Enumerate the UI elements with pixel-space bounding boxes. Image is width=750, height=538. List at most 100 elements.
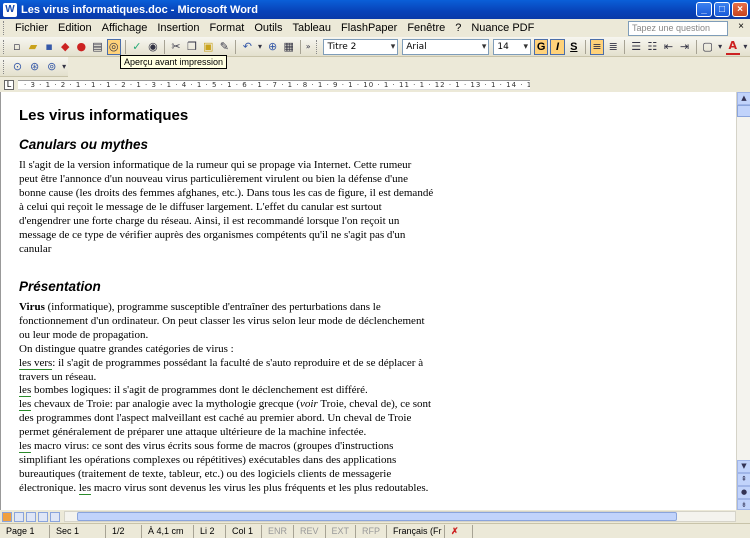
help-question-input[interactable]: Tapez une question	[628, 21, 728, 36]
normal-view-icon[interactable]	[2, 511, 12, 522]
format-painter-icon[interactable]: ✎	[217, 39, 231, 55]
help-icon[interactable]: ⊙	[10, 59, 25, 75]
menu-affichage[interactable]: Affichage	[97, 22, 153, 34]
copy-icon[interactable]: ❐	[185, 39, 199, 55]
bullets-icon[interactable]: ☷	[645, 39, 659, 55]
minimize-button[interactable]: _	[696, 2, 712, 17]
web-back-icon[interactable]: ⊛	[27, 59, 42, 75]
decrease-indent-icon[interactable]: ⇤	[661, 39, 675, 55]
maximize-button[interactable]: □	[714, 2, 730, 17]
cut-icon[interactable]: ✂	[169, 39, 183, 55]
previous-page-icon[interactable]: ⇞	[737, 473, 750, 486]
close-document-icon[interactable]: ×	[738, 21, 744, 32]
research-icon[interactable]: ◉	[146, 39, 160, 55]
horizontal-ruler[interactable]: L · 3 · 1 · 2 · 1 · 1 · 1 · 2 · 1 · 3 · …	[0, 78, 750, 92]
menu-edition[interactable]: Edition	[53, 22, 97, 34]
status-track-changes[interactable]: REV	[294, 524, 326, 538]
font-combo[interactable]: Arial	[402, 38, 490, 55]
grammar-underline[interactable]: les	[19, 440, 32, 454]
bold-button[interactable]: G	[534, 38, 549, 55]
grammar-underline[interactable]: les	[19, 384, 32, 398]
save-icon[interactable]: ▪	[42, 39, 56, 55]
menu-format[interactable]: Format	[205, 22, 250, 34]
menu-nuance-pdf[interactable]: Nuance PDF	[466, 22, 539, 34]
open-folder-icon[interactable]: ▰	[26, 39, 40, 55]
text-line: les bombes logiques: il s'agit de progra…	[19, 384, 368, 398]
undo-dropdown-icon[interactable]: ▾	[256, 39, 263, 55]
hyperlink-icon[interactable]: ⊕	[265, 39, 279, 55]
menu-insertion[interactable]: Insertion	[152, 22, 204, 34]
web-forward-icon[interactable]: ⊚	[44, 59, 59, 75]
font-color-icon[interactable]: A	[725, 39, 740, 55]
toolbar-grip-handle[interactable]	[315, 39, 319, 54]
grammar-underline[interactable]: les	[19, 398, 32, 412]
toolbar-grip-handle[interactable]	[3, 59, 6, 74]
new-document-icon[interactable]: ▫	[10, 39, 24, 55]
menu-flashpaper[interactable]: FlashPaper	[336, 22, 402, 34]
toolbar-grip-handle[interactable]	[3, 39, 6, 54]
toolbar-options-icon[interactable]: »	[305, 39, 312, 55]
standard-toolbar: ▫ ▰ ▪ ◆ ● ▤ ◎ ✓ ◉ ✂ ❐ ▣ ✎ ↶ ▾ ⊕ ▦ » Titr…	[0, 37, 750, 57]
grammar-underline[interactable]: les	[78, 481, 92, 495]
document-area[interactable]: Les virus informatiques Canulars ou myth…	[0, 92, 736, 510]
underline-button[interactable]: S	[567, 39, 581, 55]
font-color-dropdown-icon[interactable]: ▾	[742, 39, 749, 55]
outline-view-icon[interactable]	[38, 511, 48, 522]
horizontal-scroll-thumb[interactable]	[77, 512, 677, 521]
table-icon[interactable]: ▦	[282, 39, 296, 55]
print-preview-icon[interactable]: ◎	[106, 38, 121, 55]
menu-outils[interactable]: Outils	[249, 22, 287, 34]
menu-fichier[interactable]: Fichier	[10, 22, 53, 34]
align-left-icon[interactable]: ≡	[589, 38, 605, 55]
scroll-down-arrow-icon[interactable]: ▼	[737, 460, 750, 473]
grammar-underline[interactable]: les vers	[19, 356, 53, 370]
web-toolbar-options-icon[interactable]: ▾	[61, 59, 67, 75]
print-layout-view-icon[interactable]	[26, 511, 36, 522]
italic-button[interactable]: I	[550, 38, 565, 55]
menu-tableau[interactable]: Tableau	[288, 22, 337, 34]
text-line: à celui qui reçoit le message de le diff…	[19, 201, 382, 213]
menu-grip-handle[interactable]	[3, 21, 6, 35]
horizontal-scrollbar[interactable]	[64, 511, 736, 522]
undo-icon[interactable]: ↶	[240, 39, 254, 55]
justify-icon[interactable]: ≣	[606, 39, 620, 55]
borders-dropdown-icon[interactable]: ▾	[717, 39, 724, 55]
menu-help[interactable]: ?	[450, 22, 466, 34]
spelling-status-icon[interactable]: ✗	[445, 524, 474, 538]
text-line: des programmes dont l'aspect malveillant…	[19, 412, 412, 425]
text-line: fonctionnement d'un ordinateur. On peut …	[19, 314, 425, 327]
close-button[interactable]: ×	[732, 2, 748, 17]
browse-object-icon[interactable]: ●	[737, 486, 750, 499]
text-line: les vers: il s'agit de programmes posséd…	[19, 356, 424, 370]
pdf-icon[interactable]: ◆	[58, 39, 72, 55]
menu-fenetre[interactable]: Fenêtre	[402, 22, 450, 34]
status-overtype[interactable]: RFP	[356, 524, 388, 538]
web-toolbar: ⊙ ⊛ ⊚ ▾	[0, 57, 68, 77]
increase-indent-icon[interactable]: ⇥	[678, 39, 692, 55]
status-record-macro[interactable]: ENR	[262, 524, 295, 538]
status-language[interactable]: Français (Fr	[387, 524, 446, 538]
style-combo[interactable]: Titre 2	[323, 38, 399, 55]
status-extend[interactable]: EXT	[326, 524, 357, 538]
heading-canulars: Canulars ou mythes	[19, 137, 149, 152]
toolbar-separator	[695, 39, 697, 54]
reading-view-icon[interactable]	[50, 511, 60, 522]
web-layout-view-icon[interactable]	[14, 511, 24, 522]
font-size-combo[interactable]: 14	[493, 38, 532, 55]
next-page-icon[interactable]: ⇟	[737, 499, 750, 510]
paste-icon[interactable]: ▣	[201, 39, 215, 55]
text-line: Il s'agit de la version informatique de …	[19, 159, 412, 171]
word-app-icon[interactable]: W	[3, 2, 17, 17]
print-icon[interactable]: ▤	[90, 39, 104, 55]
spelling-icon[interactable]: ✓	[130, 39, 144, 55]
vertical-scroll-thumb[interactable]	[737, 105, 750, 117]
numbering-icon[interactable]: ☰	[629, 39, 643, 55]
tab-selector-icon[interactable]: L	[4, 80, 14, 90]
vertical-scrollbar[interactable]: ▲ ▼ ⇞ ● ⇟	[736, 92, 750, 510]
menu-bar: Fichier Edition Affichage Insertion Form…	[0, 19, 750, 37]
borders-icon[interactable]: ▢	[701, 39, 715, 55]
permission-icon[interactable]: ●	[74, 39, 88, 55]
scroll-up-arrow-icon[interactable]: ▲	[737, 92, 750, 105]
paragraph-canulars: Il s'agit de la version informatique de …	[19, 158, 469, 256]
heading-presentation: Présentation	[19, 279, 101, 294]
